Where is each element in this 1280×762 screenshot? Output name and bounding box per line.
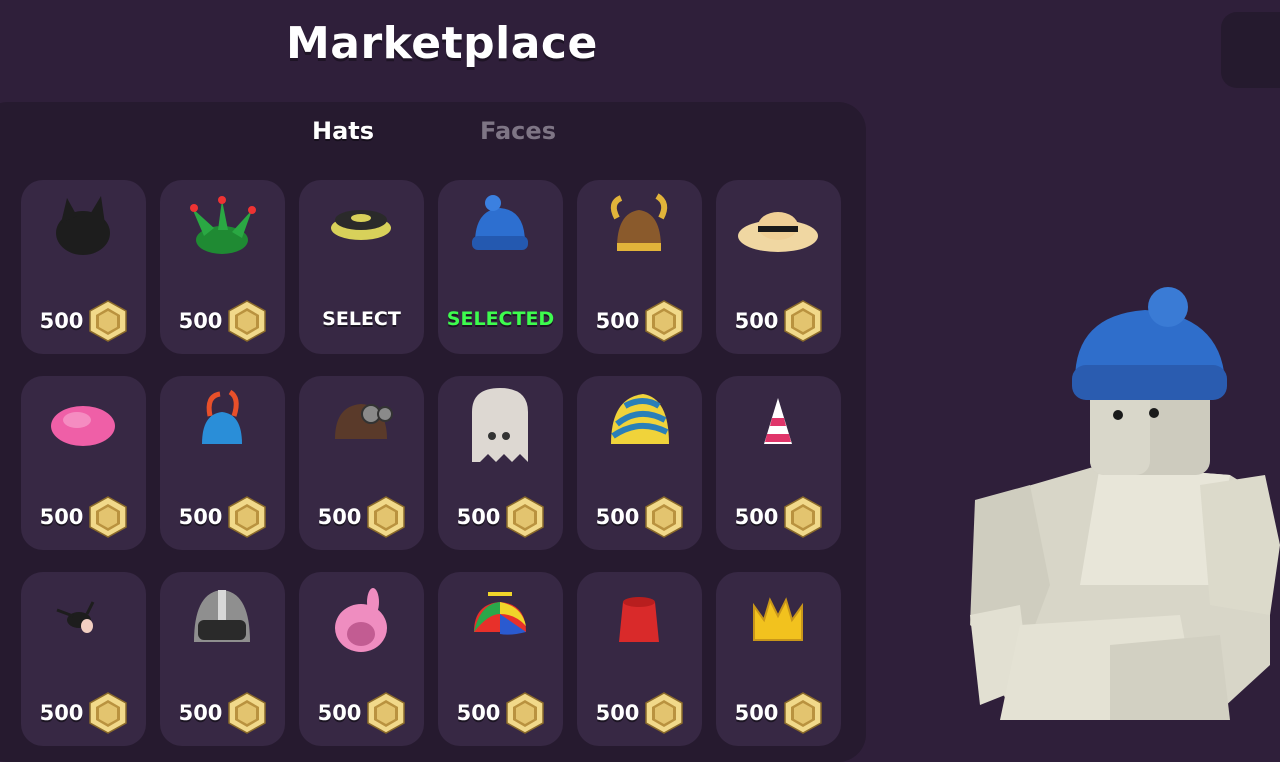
price-row: 500 [21,300,146,342]
gold-viking-helmet-icon [610,193,668,251]
coin-icon [367,692,406,734]
price-label: 500 [317,505,362,529]
price-row: 500 [21,692,146,734]
price-row: 500 [438,496,563,538]
price-label: 500 [178,309,223,333]
selected-label: SELECTED [446,308,555,330]
coin-icon [506,692,545,734]
hat-card[interactable]: 500 [160,180,285,354]
coin-icon [228,496,267,538]
page-title: Marketplace [286,18,598,69]
hat-card[interactable]: 500 [716,180,841,354]
hat-card[interactable]: 500 [21,180,146,354]
coin-icon [784,692,823,734]
coin-icon [367,496,406,538]
party-hat-icon [764,398,792,444]
green-jester-hat-icon [190,196,256,254]
hat-card[interactable]: 500 [21,376,146,550]
gold-crown-icon [753,597,803,641]
price-row: 500 [438,692,563,734]
coin-icon [89,300,128,342]
tab-faces[interactable]: Faces [480,117,556,145]
price-label: 500 [39,505,84,529]
hat-card[interactable]: SELECTED [438,180,563,354]
tab-hats[interactable]: Hats [312,117,374,145]
price-row: 500 [716,692,841,734]
price-row: 500 [160,692,285,734]
coin-icon [89,496,128,538]
price-row: 500 [577,692,702,734]
player-avatar [970,287,1280,720]
coin-icon [645,496,684,538]
price-row: 500 [577,496,702,538]
price-label: 500 [456,701,501,725]
hat-card[interactable]: 500 [577,376,702,550]
coin-icon [506,496,545,538]
coin-icon [645,300,684,342]
price-label: 500 [39,309,84,333]
aviator-cap-icon [335,404,393,439]
price-label: 500 [734,505,779,529]
price-label: 500 [39,701,84,725]
black-yellow-cap-icon [331,210,391,240]
striped-nightcap-icon [611,394,669,444]
coin-icon [645,692,684,734]
hat-card[interactable]: SELECT [299,180,424,354]
price-row: 500 [160,496,285,538]
coin-icon [784,300,823,342]
price-label: 500 [734,701,779,725]
select-button[interactable]: SELECT [299,308,424,330]
price-label: 500 [456,505,501,529]
price-row: 500 [160,300,285,342]
price-label: 500 [595,701,640,725]
coin-icon [89,692,128,734]
price-label: 500 [595,309,640,333]
price-row: 500 [716,300,841,342]
red-fez-icon [619,597,659,642]
coin-icon [784,496,823,538]
pink-beret-icon [51,406,115,446]
price-label: 500 [595,505,640,529]
hat-card[interactable]: 500 [438,376,563,550]
price-row: 500 [21,496,146,538]
blue-beanie-icon [472,195,528,250]
straw-hat-icon [738,212,818,252]
price-row: 500 [299,692,424,734]
hat-card[interactable]: 500 [160,376,285,550]
grey-helmet-icon [194,590,250,642]
hat-card[interactable]: 500 [577,180,702,354]
price-row: 500 [716,496,841,538]
blue-orange-horned-hat-icon [202,389,242,444]
price-label: 500 [317,701,362,725]
hat-card[interactable]: 500 [299,376,424,550]
hat-card[interactable]: 500 [716,376,841,550]
ghost-hood-icon [472,388,528,462]
price-label: 500 [734,309,779,333]
price-label: 500 [178,701,223,725]
propeller-cap-icon [474,592,526,635]
black-antenna-hat-icon [56,601,95,633]
price-row: 500 [299,496,424,538]
corner-button[interactable] [1221,12,1280,88]
price-label: 500 [178,505,223,529]
price-row: 500 [577,300,702,342]
pink-bunny-hood-icon [335,588,387,652]
coin-icon [228,300,267,342]
coin-icon [228,692,267,734]
black-cat-hood-icon [56,196,110,255]
